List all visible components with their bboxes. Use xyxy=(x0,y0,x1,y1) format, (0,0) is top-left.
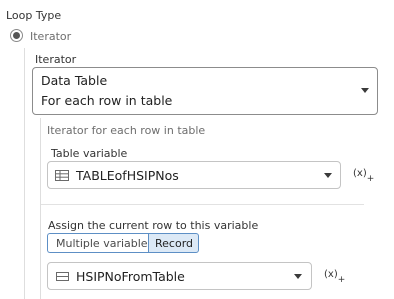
radio-dot xyxy=(13,32,20,39)
chevron-down-icon xyxy=(361,88,369,93)
iterator-option-label: Iterator xyxy=(30,30,72,43)
assign-variable-select[interactable]: HSIPNoFromTable xyxy=(47,262,312,290)
fx-plus: + xyxy=(337,275,346,285)
loop-type-label: Loop Type xyxy=(6,9,62,22)
separator xyxy=(41,204,364,205)
record-toggle[interactable]: Record xyxy=(148,233,199,253)
assign-variable-value: HSIPNoFromTable xyxy=(76,269,185,284)
iterator-select[interactable]: Data Table For each row in table xyxy=(32,67,378,115)
table-icon xyxy=(55,170,69,181)
iterator-section-border xyxy=(40,118,41,299)
table-variable-select[interactable]: TABLEofHSIPNos xyxy=(47,161,341,189)
fx-label: (x) xyxy=(353,168,367,179)
assign-label: Assign the current row to this variable xyxy=(48,219,259,232)
iterator-select-title: Data Table xyxy=(41,73,108,88)
iterator-select-subtitle: For each row in table xyxy=(41,93,173,108)
iterator-radio[interactable] xyxy=(10,29,23,42)
table-variable-value: TABLEofHSIPNos xyxy=(76,168,179,183)
multiple-variables-toggle[interactable]: Multiple variables xyxy=(47,233,153,253)
chevron-down-icon xyxy=(324,173,332,178)
iterator-section-title: Iterator for each row in table xyxy=(47,124,206,137)
table-variable-label: Table variable xyxy=(51,147,128,160)
chevron-down-icon xyxy=(294,274,302,279)
section-divider xyxy=(24,48,25,299)
fx-plus: + xyxy=(366,174,375,184)
record-icon xyxy=(56,272,69,281)
insert-variable-icon[interactable]: (x)+ xyxy=(353,168,375,184)
iterator-label: Iterator xyxy=(35,53,77,66)
insert-variable-icon[interactable]: (x)+ xyxy=(324,269,346,285)
fx-label: (x) xyxy=(324,269,338,280)
